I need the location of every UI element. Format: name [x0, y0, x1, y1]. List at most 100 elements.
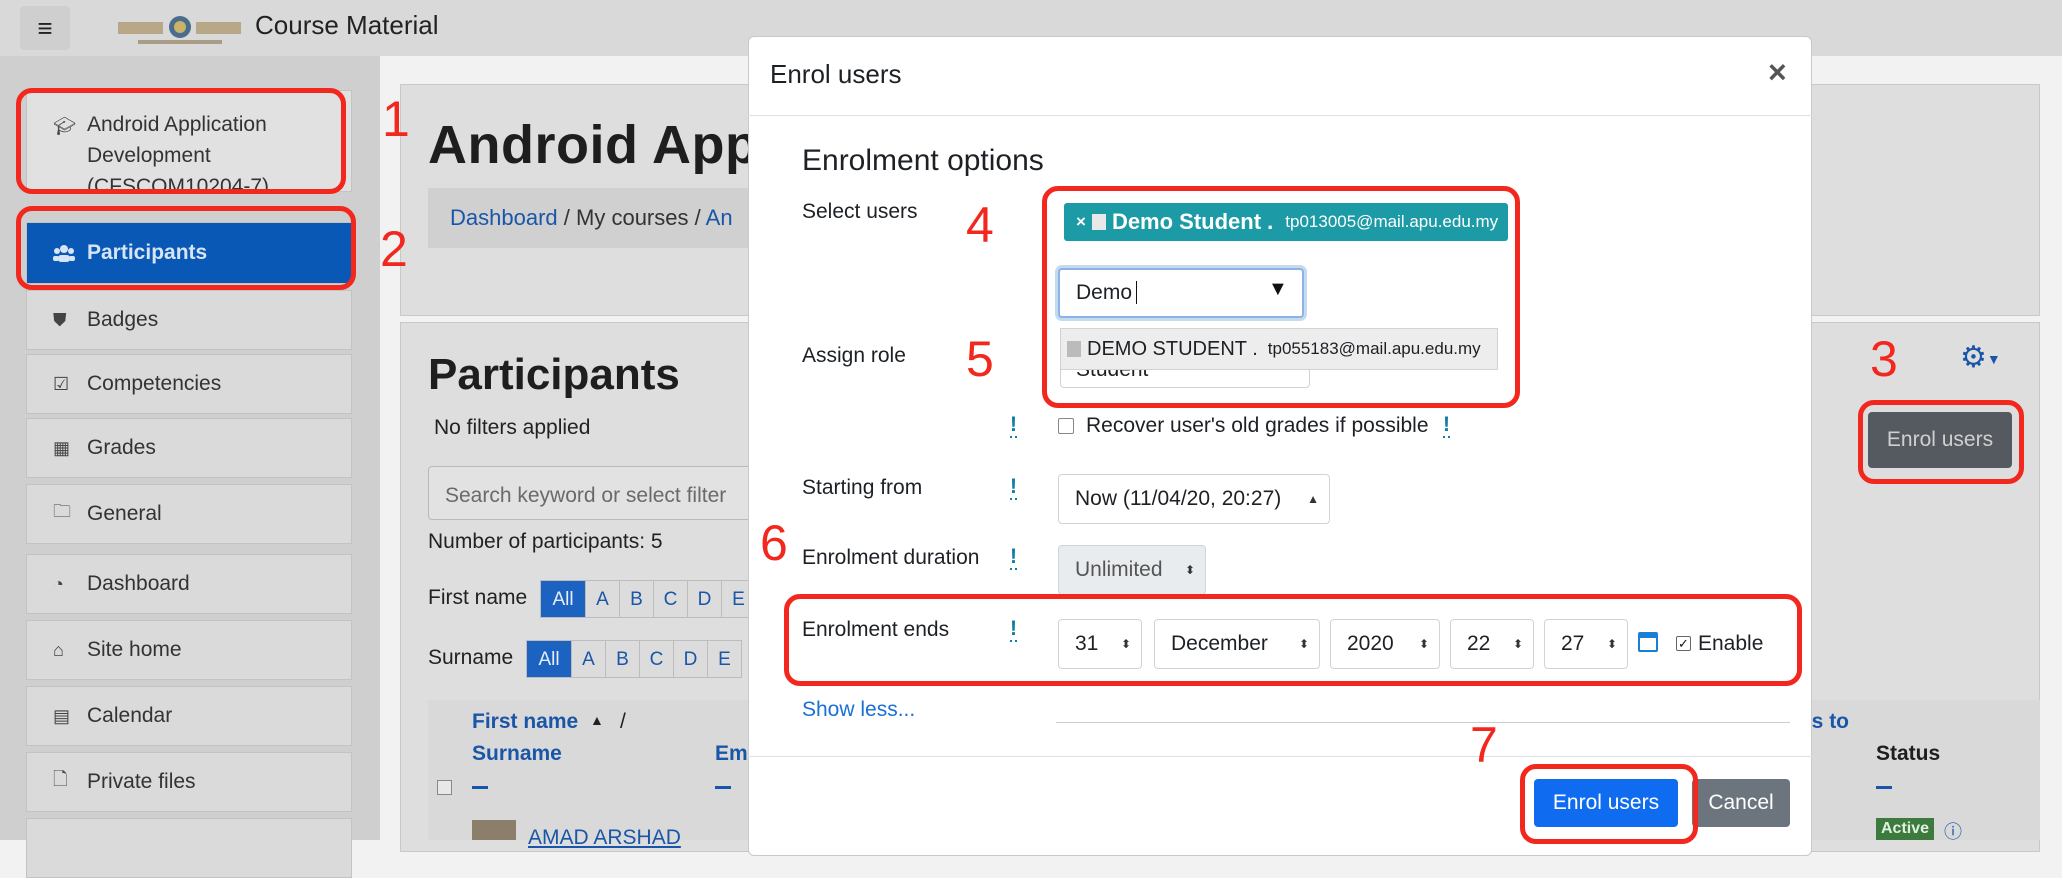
sidebar-item-label: Private files — [87, 770, 196, 793]
column-dash — [472, 786, 488, 789]
starting-from-value: Now (11/04/20, 20:27) — [1075, 487, 1282, 510]
sidebar-item-label: Competencies — [87, 372, 222, 395]
column-header-separator: / — [620, 710, 626, 733]
breadcrumb-dashboard[interactable]: Dashboard — [450, 205, 558, 230]
annotation-box-7 — [1520, 764, 1698, 844]
annotation-box-6 — [784, 594, 1802, 686]
sort-asc-icon: ▲ — [590, 712, 604, 728]
filters-status: No filters applied — [434, 416, 591, 439]
sidebar-item-general[interactable]: 🗀︎ General — [26, 484, 352, 544]
initial-button[interactable]: A — [571, 640, 606, 678]
sidebar-item-label: General — [87, 502, 162, 525]
column-header-status: Status — [1876, 742, 1941, 765]
surname-initials-label: Surname — [428, 646, 514, 669]
calendar-icon: ▤ — [53, 705, 71, 726]
starting-from-select[interactable]: Now (11/04/20, 20:27) ▲ — [1058, 474, 1330, 524]
sidebar-item-more[interactable] — [26, 818, 352, 878]
annotation-number: 5 — [966, 331, 994, 387]
table-icon: ▦ — [53, 437, 71, 458]
initial-all-button[interactable]: All — [526, 640, 572, 678]
enrolment-duration-select[interactable]: Unlimited ⬍ — [1058, 545, 1206, 595]
home-icon: ⌂ — [53, 639, 64, 660]
help-icon[interactable]: ! — [1010, 546, 1017, 570]
sidebar-item-label: Badges — [87, 308, 159, 331]
check-square-icon: ☑ — [53, 373, 70, 394]
select-arrows-icon: ⬍ — [1184, 563, 1195, 577]
surname-initials-bar: All A B C D E — [526, 640, 742, 678]
sidebar-item-label: Dashboard — [87, 572, 190, 595]
column-header-email[interactable]: Em — [715, 742, 748, 766]
sidebar-item-site-home[interactable]: ⌂ Site home — [26, 620, 352, 680]
assign-role-label: Assign role — [802, 344, 906, 367]
sidebar-item-competencies[interactable]: ☑ Competencies — [26, 354, 352, 414]
recover-grades-label: Recover user's old grades if possible — [1086, 414, 1429, 437]
sidebar-item-badges[interactable]: ⛊ Badges — [26, 290, 352, 350]
enrolment-duration-label: Enrolment duration — [802, 546, 980, 569]
show-less-link[interactable]: Show less... — [802, 698, 915, 722]
starting-from-label: Starting from — [802, 476, 923, 499]
sidebar-item-calendar[interactable]: ▤ Calendar — [26, 686, 352, 746]
cancel-button[interactable]: Cancel — [1692, 779, 1790, 827]
annotation-number: 3 — [1870, 331, 1898, 387]
close-icon[interactable]: × — [1768, 56, 1787, 88]
participant-name-link[interactable]: AMAD ARSHAD — [528, 826, 681, 850]
hamburger-icon[interactable]: ≡ — [20, 6, 70, 50]
column-dash — [1876, 786, 1892, 789]
participant-count: Number of participants: 5 — [428, 530, 663, 553]
breadcrumb: Dashboard / My courses / An — [428, 188, 748, 248]
folder-icon: 🗀︎ — [53, 501, 71, 521]
sidebar-item-dashboard[interactable]: ◔ Dashboard — [26, 554, 352, 614]
annotation-number: 6 — [760, 515, 788, 571]
modal-title: Enrol users — [770, 59, 902, 89]
initial-all-button[interactable]: All — [540, 580, 586, 618]
info-icon[interactable]: ⓘ — [1944, 818, 1962, 844]
annotation-number: 7 — [1470, 717, 1498, 773]
initial-button[interactable]: D — [687, 580, 722, 618]
sidebar-item-label: Site home — [87, 638, 182, 661]
firstname-initials-label: First name — [428, 586, 528, 609]
divider — [1056, 722, 1790, 723]
annotation-box-2 — [16, 206, 356, 290]
initial-button[interactable]: A — [585, 580, 620, 618]
initial-button[interactable]: C — [653, 580, 688, 618]
initial-button[interactable]: E — [707, 640, 742, 678]
recover-grades-checkbox[interactable] — [1058, 418, 1074, 434]
site-name[interactable]: Course Material — [255, 10, 439, 41]
caret-down-icon: ▼ — [1986, 351, 2001, 368]
shield-icon: ⛊ — [53, 309, 67, 330]
site-logo[interactable] — [118, 12, 243, 48]
annotation-number: 2 — [380, 221, 408, 277]
column-dash — [715, 786, 731, 789]
select-users-label: Select users — [802, 200, 918, 223]
annotation-box-1 — [16, 88, 346, 194]
breadcrumb-separator: / — [563, 205, 570, 230]
annotation-box-4-5 — [1042, 186, 1520, 408]
gear-icon[interactable]: ⚙▼ — [1960, 340, 2001, 375]
initial-button[interactable]: D — [673, 640, 708, 678]
select-all-checkbox[interactable] — [437, 780, 452, 795]
column-header-firstname[interactable]: First name — [472, 710, 578, 734]
firstname-initials-bar: All A B C D E — [540, 580, 756, 618]
help-icon[interactable]: ! — [1010, 476, 1017, 500]
annotation-number: 1 — [382, 91, 410, 147]
initial-button[interactable]: B — [619, 580, 654, 618]
column-header-surname[interactable]: Surname — [472, 742, 562, 766]
annotation-box-3 — [1858, 400, 2024, 484]
modal-header — [748, 36, 1812, 116]
help-icon[interactable]: ! — [1443, 414, 1450, 438]
initial-button[interactable]: C — [639, 640, 674, 678]
sidebar-item-label: Calendar — [87, 704, 173, 727]
enrolment-options-heading: Enrolment options — [802, 144, 1044, 177]
modal-footer — [748, 756, 1812, 757]
breadcrumb-separator: / — [694, 205, 701, 230]
select-arrows-icon: ▲ — [1307, 492, 1319, 506]
sidebar-item-private-files[interactable]: 🗋︎ Private files — [26, 752, 352, 812]
enrolment-duration-value: Unlimited — [1075, 558, 1163, 581]
help-icon[interactable]: ! — [1010, 414, 1017, 438]
breadcrumb-course[interactable]: An — [706, 205, 733, 230]
file-icon: 🗋︎ — [53, 769, 68, 789]
initial-button[interactable]: B — [605, 640, 640, 678]
filter-search-placeholder: Search keyword or select filter — [445, 484, 727, 507]
participants-heading: Participants — [428, 350, 680, 399]
sidebar-item-grades[interactable]: ▦ Grades — [26, 418, 352, 478]
